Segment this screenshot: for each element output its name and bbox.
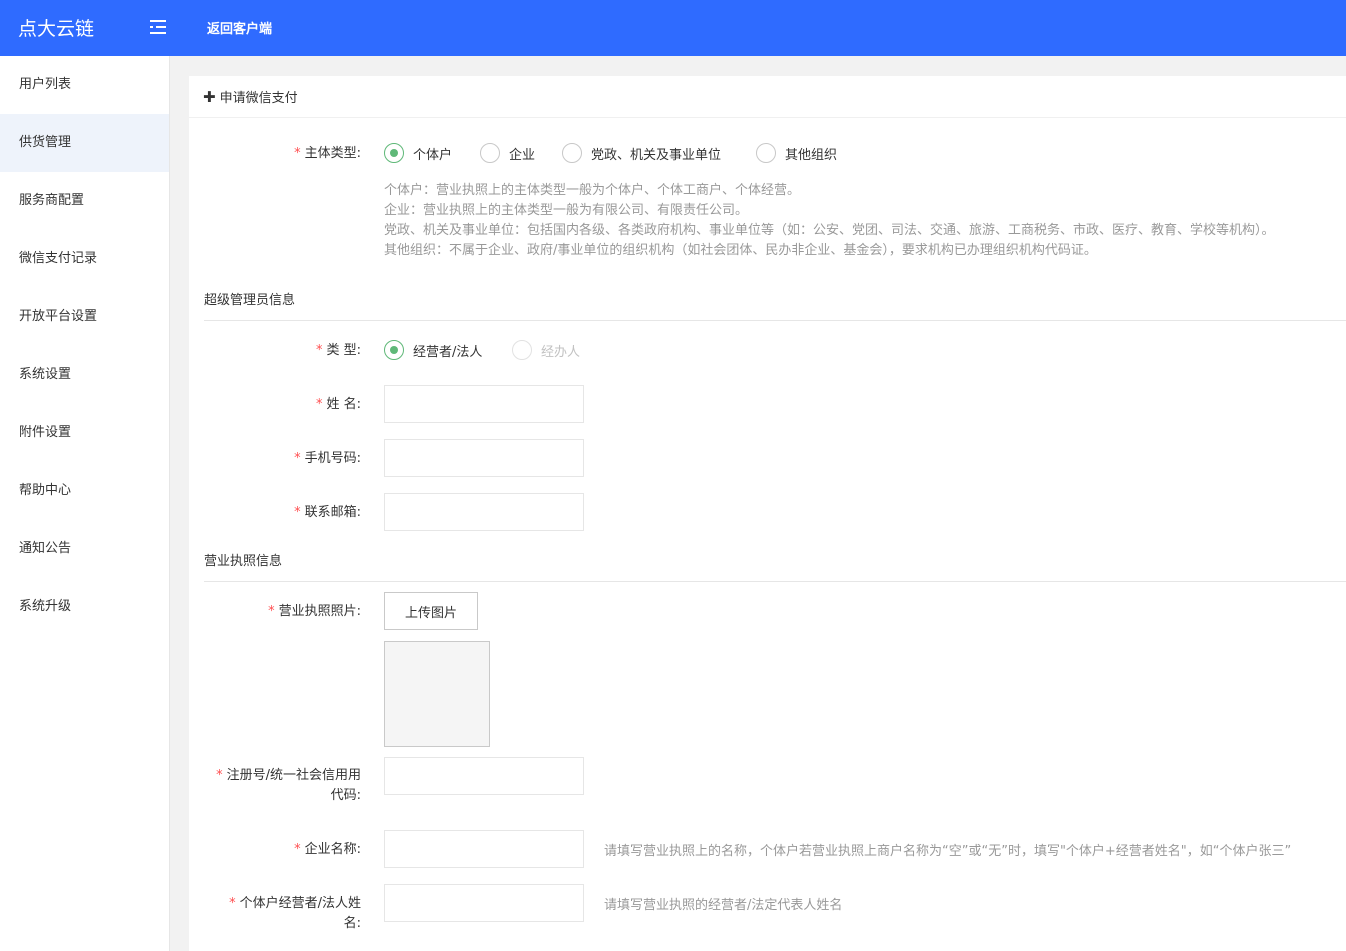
hint-individual: 个体户：营业执照上的主体类型一般为个体户、个体工商户、个体经营。 bbox=[384, 183, 801, 198]
name-label: * 姓 名: bbox=[315, 397, 361, 412]
radio-circle bbox=[384, 340, 404, 360]
license-photo-label: * 营业执照照片: bbox=[268, 604, 361, 619]
sidebar-item-system-settings[interactable]: 系统设置 bbox=[0, 346, 169, 404]
hint-other-org: 其他组织：不属于企业、政府/事业单位的组织机构（如社会团体、民办非企业、基金会）… bbox=[384, 243, 1097, 258]
sidebar-item-supply-management[interactable]: 供货管理 bbox=[0, 114, 169, 172]
radio-circle bbox=[756, 143, 776, 163]
divider bbox=[204, 320, 1346, 321]
sidebar: 用户列表 供货管理 服务商配置 微信支付记录 开放平台设置 系统设置 附件设置 … bbox=[0, 56, 170, 951]
phone-label: * 手机号码: bbox=[294, 451, 361, 466]
radio-circle bbox=[562, 143, 582, 163]
legal-name-input[interactable] bbox=[384, 884, 584, 922]
admin-section-title: 超级管理员信息 bbox=[204, 293, 296, 308]
hint-enterprise: 企业：营业执照上的主体类型一般为有限公司、有限责任公司。 bbox=[384, 203, 749, 218]
company-name-input[interactable] bbox=[384, 830, 584, 868]
sidebar-item-provider-config[interactable]: 服务商配置 bbox=[0, 172, 169, 230]
radio-legal-person[interactable]: 经营者/法人 bbox=[384, 340, 482, 360]
divider bbox=[204, 581, 1346, 582]
radio-circle bbox=[512, 340, 532, 360]
main-card: ✚ 申请微信支付 * 主体类型: 个体户 企业 党政、机关及事业单位 其他组织 个体… bbox=[189, 76, 1346, 951]
email-label: * 联系邮箱: bbox=[294, 505, 361, 520]
company-name-hint: 请填写营业执照上的名称，个体户若营业执照上商户名称为“空”或“无”时，填写"个体… bbox=[604, 844, 1292, 859]
sidebar-item-attachment-settings[interactable]: 附件设置 bbox=[0, 404, 169, 462]
radio-enterprise[interactable]: 企业 bbox=[480, 143, 535, 163]
legal-name-label: * 个体户经营者/法人姓 名: bbox=[229, 896, 361, 931]
card-header: ✚ 申请微信支付 bbox=[189, 76, 1346, 118]
admin-type-label: * 类 型: bbox=[315, 343, 361, 358]
license-section-title: 营业执照信息 bbox=[204, 554, 283, 569]
sidebar-item-system-upgrade[interactable]: 系统升级 bbox=[0, 578, 169, 636]
card-title: 申请微信支付 bbox=[219, 91, 298, 106]
legal-name-hint: 请填写营业执照的经营者/法定代表人姓名 bbox=[604, 898, 843, 913]
subject-type-hints: 个体户：营业执照上的主体类型一般为个体户、个体工商户、个体经营。 企业：营业执照… bbox=[384, 181, 1275, 261]
reg-no-input[interactable] bbox=[384, 757, 584, 795]
reg-no-label: * 注册号/统一社会信用用 代码: bbox=[216, 768, 361, 803]
radio-circle bbox=[480, 143, 500, 163]
sidebar-item-notices[interactable]: 通知公告 bbox=[0, 520, 169, 578]
radio-government[interactable]: 党政、机关及事业单位 bbox=[562, 143, 721, 163]
subject-type-label: * 主体类型: bbox=[294, 146, 361, 161]
name-input[interactable] bbox=[384, 385, 584, 423]
menu-fold-icon[interactable] bbox=[150, 19, 168, 35]
phone-input[interactable] bbox=[384, 439, 584, 477]
radio-circle bbox=[384, 143, 404, 163]
radio-individual[interactable]: 个体户 bbox=[384, 143, 452, 163]
sidebar-item-user-list[interactable]: 用户列表 bbox=[0, 56, 169, 114]
upload-image-button[interactable]: 上传图片 bbox=[384, 592, 478, 630]
email-input[interactable] bbox=[384, 493, 584, 531]
hint-government: 党政、机关及事业单位：包括国内各级、各类政府机构、事业单位等（如：公安、党团、司… bbox=[384, 223, 1275, 238]
top-bar: 点大云链 返回客户端 bbox=[0, 0, 1346, 56]
sidebar-item-open-platform[interactable]: 开放平台设置 bbox=[0, 288, 169, 346]
license-photo-preview bbox=[384, 641, 490, 747]
radio-agent: 经办人 bbox=[512, 340, 580, 360]
plus-icon: ✚ bbox=[203, 88, 216, 106]
company-name-label: * 企业名称: bbox=[294, 842, 361, 857]
sidebar-item-help-center[interactable]: 帮助中心 bbox=[0, 462, 169, 520]
radio-other-org[interactable]: 其他组织 bbox=[756, 143, 837, 163]
sidebar-item-wechat-pay-records[interactable]: 微信支付记录 bbox=[0, 230, 169, 288]
brand-logo: 点大云链 bbox=[18, 18, 95, 40]
back-to-client-link[interactable]: 返回客户端 bbox=[207, 18, 272, 37]
